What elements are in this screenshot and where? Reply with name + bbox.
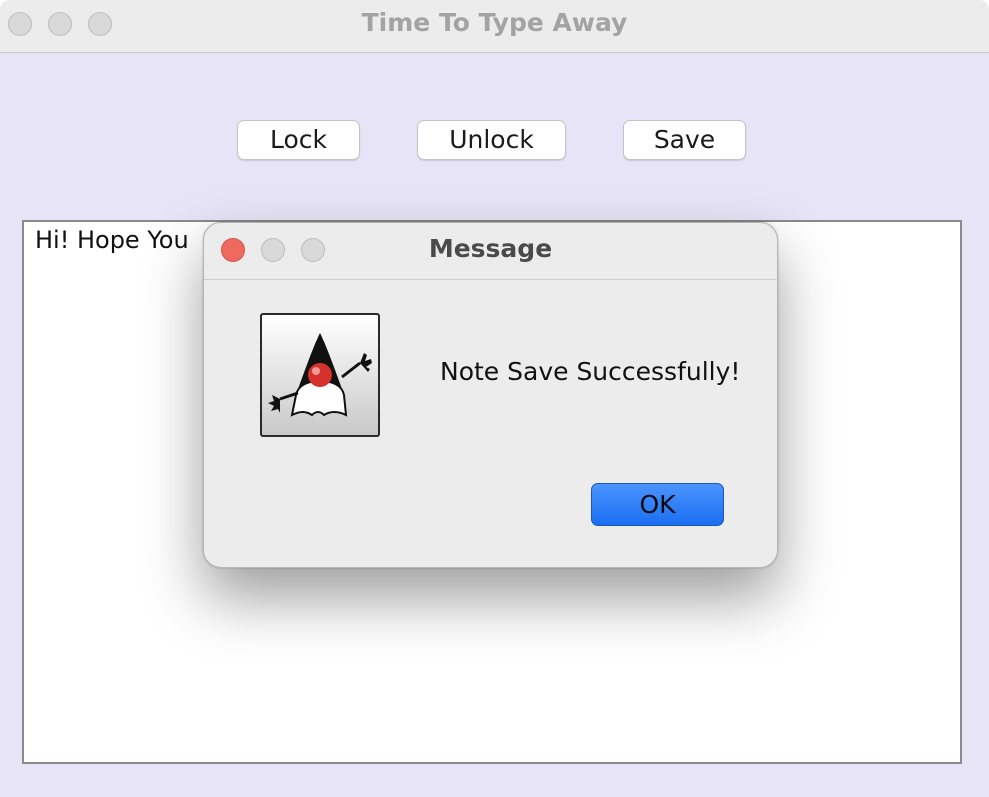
unlock-button[interactable]: Unlock [417,120,566,160]
lock-button[interactable]: Lock [237,120,360,160]
save-button[interactable]: Save [623,120,746,160]
dialog-message: Note Save Successfully! [440,357,741,386]
message-dialog: Message Note Save Successfully! OK [203,222,778,568]
ok-button[interactable]: OK [591,483,724,526]
main-window: Time To Type Away Lock Unlock Save Hi! H… [0,0,989,797]
java-duke-icon [260,313,380,437]
window-title: Time To Type Away [361,8,628,37]
dialog-titlebar[interactable]: Message [204,223,777,280]
note-text: Hi! Hope You [35,226,189,254]
window-titlebar[interactable]: Time To Type Away [0,0,989,53]
dialog-title: Message [428,234,553,263]
